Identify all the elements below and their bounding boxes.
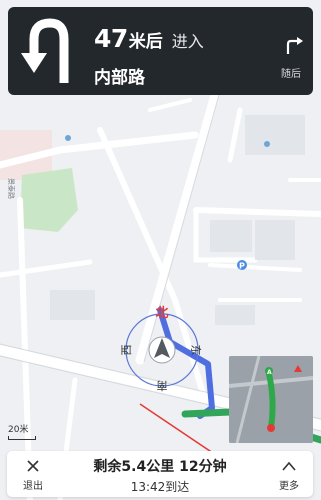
trip-summary-bar: 退出 剩余5.4公里 12分钟 13:42到达 更多 [7,451,313,497]
exit-button[interactable]: 退出 [13,455,53,495]
compass-south: 南 [157,379,168,392]
remaining-distance-time: 剩余5.4公里 12分钟 [93,459,227,475]
svg-text:A: A [267,369,272,376]
arrival-time: 13:42到达 [130,480,190,494]
scale-label: 20米 [8,425,29,435]
more-label: 更多 [279,481,299,492]
maneuver-action: 进入 [171,32,204,51]
map-scale: 20米 [8,422,36,440]
poi-icon[interactable] [264,141,270,147]
location-marker-icon [267,424,275,432]
turn-right-icon [286,37,303,54]
overview-route-line [266,371,276,431]
scale-bar [8,436,36,440]
svg-text:P: P [239,262,245,271]
distance-unit: 米后 [128,32,163,52]
map-road-label: 景泰路 [7,178,16,199]
close-icon [27,460,39,472]
compass-east: 东 [189,345,202,356]
compass-west: 西 [120,345,133,356]
distance-value: 47 [94,24,128,53]
road-name: 内部路 [94,68,145,88]
more-button[interactable]: 更多 [269,455,309,495]
exit-label: 退出 [23,481,43,492]
route-overview-map[interactable]: A [229,356,313,443]
compass-north: 北 [155,306,168,321]
then-label: 随后 [281,69,301,80]
chevron-up-icon [282,461,296,471]
navigation-banner[interactable]: 47米后 进入 内部路 随后 [8,7,313,95]
u-turn-icon [21,18,69,83]
poi-icon[interactable] [65,135,71,141]
